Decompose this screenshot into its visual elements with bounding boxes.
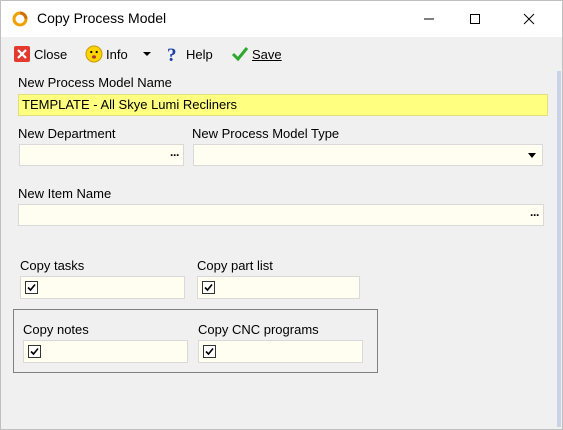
copy-notes-field: [23, 340, 188, 363]
form-area: [1, 71, 562, 429]
red-x-icon: [13, 45, 31, 63]
minimize-icon: [423, 13, 435, 25]
close-button-label: Close: [34, 46, 68, 62]
vertical-scrollbar[interactable]: [557, 71, 561, 427]
close-button[interactable]: Close: [13, 43, 67, 65]
green-check-icon: [231, 45, 249, 63]
copy-part-list-field: [197, 276, 360, 299]
save-button-label: Save: [252, 46, 282, 62]
process-model-name-value: TEMPLATE - All Skye Lumi Recliners: [22, 97, 238, 112]
help-button[interactable]: ? Help: [165, 43, 213, 66]
copy-tasks-checkbox[interactable]: [25, 281, 38, 294]
copy-part-list-checkbox[interactable]: [202, 281, 215, 294]
chevron-down-icon[interactable]: [528, 153, 536, 158]
process-model-name-label: New Process Model Name: [18, 75, 172, 90]
info-button[interactable]: Info: [85, 43, 128, 65]
maximize-button[interactable]: [452, 1, 498, 37]
copy-process-model-window: Copy Process Model Close Info ? Help Sav…: [0, 0, 563, 430]
department-browse-button[interactable]: ···: [170, 148, 180, 162]
close-window-button[interactable]: [506, 1, 552, 37]
svg-text:?: ?: [167, 45, 177, 63]
copy-tasks-label: Copy tasks: [20, 258, 85, 273]
item-name-label: New Item Name: [18, 186, 112, 201]
copy-notes-checkbox[interactable]: [28, 345, 41, 358]
toolbar: Close Info ? Help Save: [1, 39, 562, 69]
copy-tasks-field: [20, 276, 185, 299]
department-input[interactable]: ···: [19, 144, 184, 166]
copy-notes-label: Copy notes: [23, 322, 89, 337]
minimize-button[interactable]: [406, 1, 452, 37]
process-model-name-input[interactable]: TEMPLATE - All Skye Lumi Recliners: [18, 94, 548, 116]
copy-part-list-label: Copy part list: [197, 258, 273, 273]
dropdown-arrow-icon: [142, 47, 152, 62]
maximize-icon: [469, 13, 481, 25]
title-bar[interactable]: Copy Process Model: [1, 1, 562, 37]
process-ring-icon: [12, 11, 28, 27]
question-mark-icon: ?: [165, 45, 183, 66]
close-icon: [523, 13, 535, 25]
window-title: Copy Process Model: [37, 10, 167, 26]
item-name-input[interactable]: ···: [18, 204, 544, 226]
department-label: New Department: [18, 126, 116, 141]
info-menu-toggle[interactable]: [142, 43, 152, 65]
info-button-label: Info: [106, 46, 128, 62]
item-name-browse-button[interactable]: ···: [530, 208, 540, 222]
smiley-icon: [85, 45, 103, 63]
save-button[interactable]: Save: [231, 43, 282, 65]
process-model-type-select[interactable]: [193, 144, 543, 166]
help-button-label: Help: [186, 46, 213, 62]
copy-cnc-programs-label: Copy CNC programs: [198, 322, 319, 337]
process-model-type-label: New Process Model Type: [192, 126, 340, 141]
copy-cnc-programs-checkbox[interactable]: [203, 345, 216, 358]
copy-cnc-programs-field: [198, 340, 363, 363]
